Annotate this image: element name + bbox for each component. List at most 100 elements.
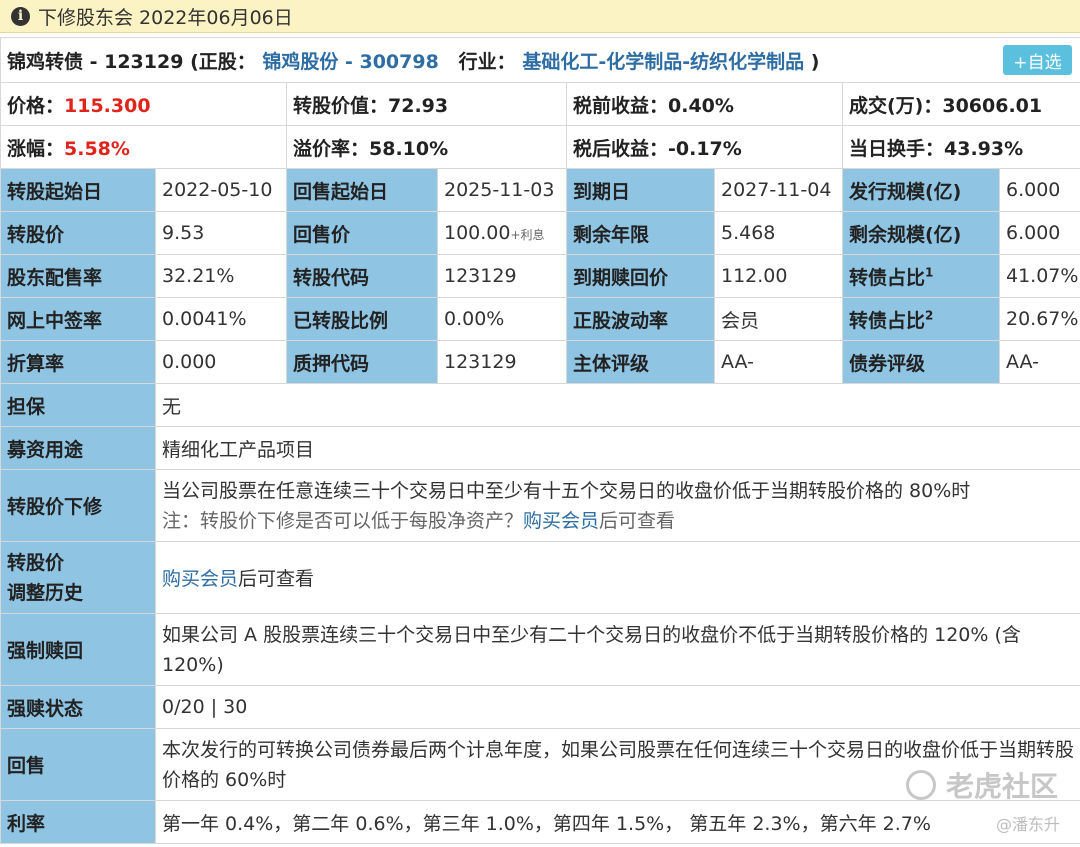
watermark-brand: 老虎社区 xyxy=(905,765,1058,805)
watermark-author: @潘东升 xyxy=(995,815,1060,834)
label-use: 募资用途 xyxy=(0,426,156,470)
label-conversion-rate: 折算率 xyxy=(0,340,156,384)
notice-bar: i 下修股东会 2022年06月06日 xyxy=(0,0,1080,33)
grid-row-3: 股东配售率 32.21% 转股代码 123129 到期赎回价 112.00 转债… xyxy=(0,254,1080,298)
price-cell: 价格：115.300 xyxy=(0,82,287,126)
value-put-price: 100.00+利息 xyxy=(437,211,567,255)
label-remaining-size: 剩余规模(亿) xyxy=(842,211,1000,255)
change-label: 涨幅： xyxy=(7,137,65,160)
value-redeem: 如果公司 A 股股票连续三十个交易日中至少有二十个交易日的收盘价不低于当期转股价… xyxy=(154,613,1080,686)
value-issue-size: 6.000 xyxy=(998,168,1080,212)
value-bond-ratio-2: 20.67% xyxy=(998,297,1080,341)
label-reset: 转股价下修 xyxy=(0,469,156,542)
bond-ratio-1-text: 转债占比 xyxy=(849,266,926,289)
label-redemption-price: 到期赎回价 xyxy=(566,254,715,298)
value-use: 精细化工产品项目 xyxy=(154,426,1080,470)
value-bond-ratio-1: 41.07% xyxy=(998,254,1080,298)
premium-cell: 溢价率：58.10% xyxy=(286,125,567,169)
label-history-line2: 调整历史 xyxy=(7,581,84,604)
label-guarantee: 担保 xyxy=(0,383,156,427)
info-icon: i xyxy=(11,6,30,26)
label-conv-price: 转股价 xyxy=(0,211,156,255)
close-paren: ) xyxy=(810,50,820,73)
grid-row-4: 网上中签率 0.0041% 已转股比例 0.00% 正股波动率 会员 转债占比2… xyxy=(0,297,1080,341)
member-link-volatility[interactable]: 会员 xyxy=(714,297,843,341)
label-pledge-code: 质押代码 xyxy=(286,340,438,384)
redeem-row: 强制赎回 如果公司 A 股股票连续三十个交易日中至少有二十个交易日的收盘价不低于… xyxy=(0,613,1080,686)
value-bond-rating: AA- xyxy=(998,340,1080,384)
pretax-yield-cell: 税前收益：0.40% xyxy=(566,82,843,126)
bond-info-table: 锦鸡转债 - 123129 (正股： 锦鸡股份 - 300798 行业： 基础化… xyxy=(0,37,1080,844)
value-history: 购买会员后可查看 xyxy=(154,541,1080,614)
grid-row-2: 转股价 9.53 回售价 100.00+利息 剩余年限 5.468 剩余规模(亿… xyxy=(0,211,1080,255)
bond-ratio-2-sup: 2 xyxy=(925,308,934,323)
value-maturity: 2027-11-04 xyxy=(714,168,843,212)
value-lottery-rate: 0.0041% xyxy=(155,297,287,341)
put-price-number: 100.00 xyxy=(444,222,511,244)
watermark-brand-text: 老虎社区 xyxy=(945,770,1058,803)
label-redeem-status: 强赎状态 xyxy=(0,685,156,729)
label-placement-rate: 股东配售率 xyxy=(0,254,156,298)
reset-text: 当公司股票在任意连续三十个交易日中至少有十五个交易日的收盘价低于当期转股价格的 … xyxy=(162,479,971,502)
conv-value-cell: 转股价值：72.93 xyxy=(286,82,567,126)
label-bond-ratio-2: 转债占比2 xyxy=(842,297,1000,341)
label-history: 转股价 调整历史 xyxy=(0,541,156,614)
label-bond-rating: 债券评级 xyxy=(842,340,1000,384)
value-rate: 第一年 0.4%，第二年 0.6%，第三年 1.0%，第四年 1.5%， 第五年… xyxy=(154,800,1080,844)
price-value: 115.300 xyxy=(64,94,151,117)
label-conv-code: 转股代码 xyxy=(286,254,438,298)
label-lottery-rate: 网上中签率 xyxy=(0,297,156,341)
rate-row: 利率 第一年 0.4%，第二年 0.6%，第三年 1.0%，第四年 1.5%， … xyxy=(0,800,1080,844)
value-remaining-years: 5.468 xyxy=(714,211,843,255)
turnover-cell: 当日换手：43.93% xyxy=(841,125,1080,169)
label-redeem: 强制赎回 xyxy=(0,613,156,686)
use-row: 募资用途 精细化工产品项目 xyxy=(0,426,1080,470)
stock-link[interactable]: 锦鸡股份 - 300798 xyxy=(262,51,438,73)
volume-cell: 成交(万)：30606.01 xyxy=(841,82,1080,126)
guarantee-row: 担保 无 xyxy=(0,383,1080,427)
change-cell: 涨幅：5.58% xyxy=(0,125,287,169)
grid-row-5: 折算率 0.000 质押代码 123129 主体评级 AA- 债券评级 AA- xyxy=(0,340,1080,384)
value-remaining-size: 6.000 xyxy=(998,211,1080,255)
reset-note-suffix: 后可查看 xyxy=(599,509,676,532)
bond-title: 锦鸡转债 - 123129 (正股： 锦鸡股份 - 300798 行业： 基础化… xyxy=(0,37,1080,83)
value-put-start: 2025-11-03 xyxy=(437,168,567,212)
value-conv-price: 9.53 xyxy=(155,211,287,255)
label-maturity: 到期日 xyxy=(566,168,715,212)
redeem-status-row: 强赎状态 0/20 | 30 xyxy=(0,685,1080,729)
value-conv-start: 2022-05-10 xyxy=(155,168,287,212)
price-label: 价格： xyxy=(7,94,65,117)
history-row: 转股价 调整历史 购买会员后可查看 xyxy=(0,541,1080,614)
reset-note: 注：转股价下修是否可以低于每股净资产？购买会员后可查看 xyxy=(162,506,1074,536)
reset-row: 转股价下修 当公司股票在任意连续三十个交易日中至少有十五个交易日的收盘价低于当期… xyxy=(0,469,1080,542)
value-reset: 当公司股票在任意连续三十个交易日中至少有十五个交易日的收盘价低于当期转股价格的 … xyxy=(154,469,1080,542)
value-conv-code: 123129 xyxy=(437,254,567,298)
value-conversion-rate: 0.000 xyxy=(155,340,287,384)
bond-ratio-2-text: 转债占比 xyxy=(849,309,926,332)
tiger-logo-icon xyxy=(905,770,936,800)
member-link-reset[interactable]: 购买会员 xyxy=(523,510,599,532)
add-watchlist-button[interactable]: +自选 xyxy=(1003,45,1073,75)
value-issuer-rating: AA- xyxy=(714,340,843,384)
aftertax-yield-cell: 税后收益：-0.17% xyxy=(566,125,843,169)
change-value: 5.58% xyxy=(64,137,130,160)
value-guarantee: 无 xyxy=(154,383,1080,427)
label-issuer-rating: 主体评级 xyxy=(566,340,715,384)
label-remaining-years: 剩余年限 xyxy=(566,211,715,255)
stock-prefix: (正股： xyxy=(190,50,256,73)
member-link-history[interactable]: 购买会员 xyxy=(162,568,238,590)
industry-link[interactable]: 基础化工-化学制品-纺织化学制品 xyxy=(522,51,804,73)
label-issue-size: 发行规模(亿) xyxy=(842,168,1000,212)
notice-text: 下修股东会 2022年06月06日 xyxy=(38,6,293,29)
value-redemption-price: 112.00 xyxy=(714,254,843,298)
reset-note-prefix: 注：转股价下修是否可以低于每股净资产？ xyxy=(162,509,524,532)
label-put-start: 回售起始日 xyxy=(286,168,438,212)
label-volatility: 正股波动率 xyxy=(566,297,715,341)
quote-row-1: 价格：115.300 转股价值：72.93 税前收益：0.40% 成交(万)：3… xyxy=(0,82,1080,126)
label-converted-ratio: 已转股比例 xyxy=(286,297,438,341)
label-bond-ratio-1: 转债占比1 xyxy=(842,254,1000,298)
header-row: 锦鸡转债 - 123129 (正股： 锦鸡股份 - 300798 行业： 基础化… xyxy=(0,37,1080,83)
label-put-price: 回售价 xyxy=(286,211,438,255)
quote-row-2: 涨幅：5.58% 溢价率：58.10% 税后收益：-0.17% 当日换手：43.… xyxy=(0,125,1080,169)
value-redeem-status: 0/20 | 30 xyxy=(154,685,1080,729)
